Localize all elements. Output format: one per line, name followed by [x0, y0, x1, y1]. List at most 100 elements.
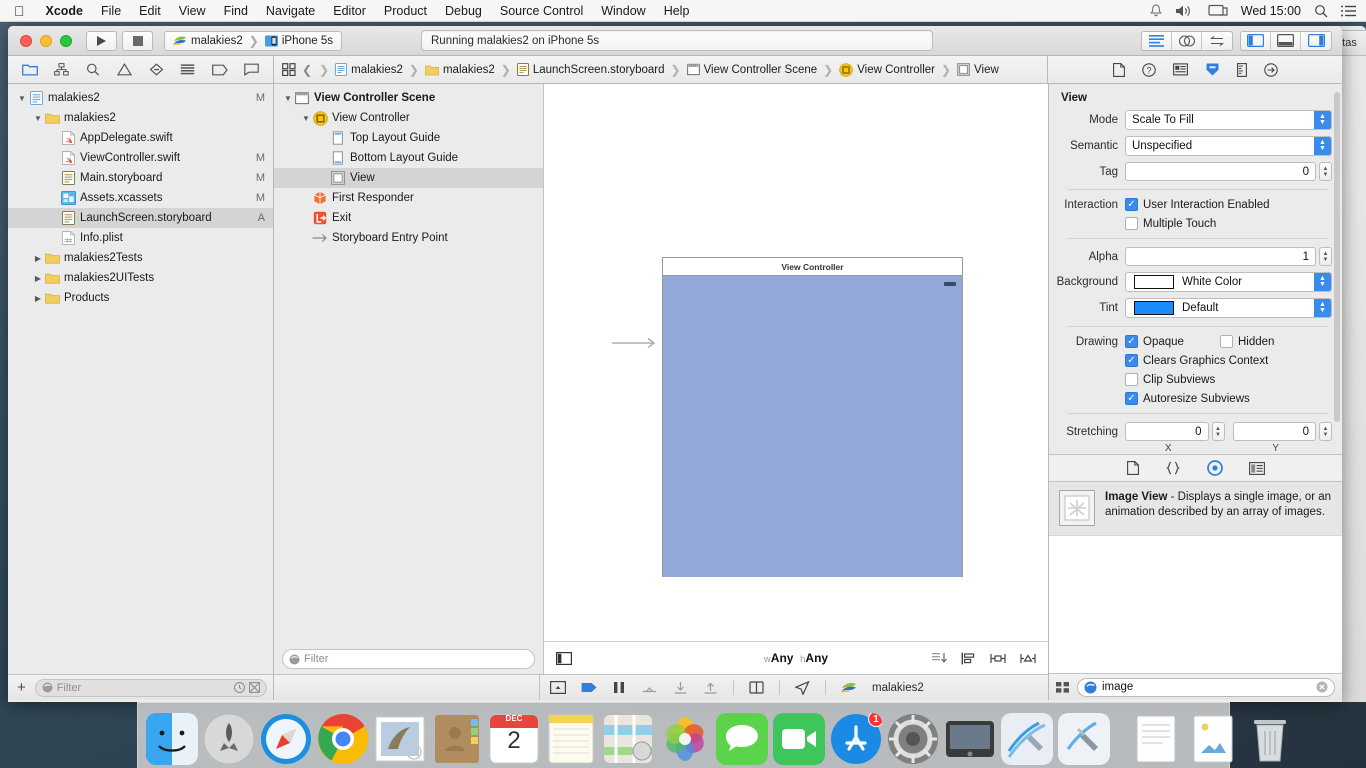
- tree-row[interactable]: Bottom Layout Guide: [274, 148, 543, 168]
- alpha-stepper[interactable]: ▲ ▼: [1319, 247, 1332, 266]
- version-editor-button[interactable]: [1202, 32, 1232, 50]
- volume-icon[interactable]: [1175, 4, 1195, 18]
- scheme-selector[interactable]: malakies2 ❯ iPhone 5s: [164, 30, 342, 51]
- assistant-editor-button[interactable]: [1172, 31, 1202, 50]
- view-canvas-body[interactable]: [663, 276, 962, 577]
- tree-row[interactable]: ▶ malakies2Tests: [8, 248, 273, 268]
- simulate-location-icon[interactable]: [795, 680, 810, 695]
- dock-item-trash[interactable]: [1244, 713, 1296, 765]
- object-library-icon[interactable]: [1206, 460, 1223, 476]
- tag-stepper[interactable]: ▲ ▼: [1319, 162, 1332, 181]
- media-library-icon[interactable]: [1248, 461, 1265, 475]
- attributes-inspector-icon[interactable]: [1205, 62, 1220, 77]
- breadcrumb-item-scene[interactable]: View Controller Scene: [686, 63, 817, 76]
- user-interaction-enabled-row[interactable]: ✓ User Interaction Enabled: [1125, 198, 1270, 211]
- menu-clock[interactable]: Wed 15:00: [1241, 4, 1301, 18]
- opaque-control[interactable]: ✓ Opaque: [1125, 335, 1220, 348]
- step-into-icon[interactable]: [673, 681, 688, 694]
- disclosure-open-icon[interactable]: ▼: [300, 114, 312, 123]
- airplay-icon[interactable]: [1208, 4, 1228, 18]
- search-icon[interactable]: [1314, 4, 1328, 18]
- tree-row[interactable]: Info.plist: [8, 228, 273, 248]
- dock-item-facetime[interactable]: [773, 713, 825, 765]
- stretching-y-stepper[interactable]: ▲ ▼: [1319, 422, 1332, 441]
- dock-item-itunes[interactable]: [944, 713, 996, 765]
- dock-item-mail[interactable]: [374, 713, 426, 765]
- dock-item-messages[interactable]: [716, 713, 768, 765]
- breadcrumb-item-view[interactable]: View: [957, 63, 999, 76]
- breakpoint-navigator-icon[interactable]: [204, 64, 236, 76]
- run-button[interactable]: [86, 30, 117, 51]
- autoresize-subviews-checkbox[interactable]: ✓: [1125, 392, 1138, 405]
- tree-row[interactable]: ▼ malakies2: [8, 108, 273, 128]
- report-navigator-icon[interactable]: [235, 63, 267, 76]
- view-controller-canvas-frame[interactable]: View Controller: [662, 257, 963, 577]
- standard-editor-button[interactable]: [1142, 31, 1172, 50]
- pause-icon[interactable]: [612, 681, 626, 694]
- dock-item-maps[interactable]: [602, 713, 654, 765]
- breadcrumb-item-view-controller[interactable]: View Controller: [839, 62, 935, 77]
- dock-item-notes[interactable]: [545, 713, 597, 765]
- clip-subviews-checkbox[interactable]: [1125, 373, 1138, 386]
- add-file-button[interactable]: +: [14, 679, 29, 696]
- background-color-popup[interactable]: White Color ▲ ▼: [1125, 272, 1332, 292]
- dock-item-photos[interactable]: [659, 713, 711, 765]
- stretching-x-input[interactable]: 0: [1125, 422, 1209, 441]
- recent-icon[interactable]: [234, 682, 245, 693]
- dock-item-downloads[interactable]: [1130, 713, 1182, 765]
- autoresize-subviews-control[interactable]: ✓ Autoresize Subviews: [1125, 392, 1250, 405]
- tree-row[interactable]: Main.storyboard M: [8, 168, 273, 188]
- tree-row[interactable]: Assets.xcassets M: [8, 188, 273, 208]
- tree-row[interactable]: LaunchScreen.storyboard A: [8, 208, 273, 228]
- chevron-right-icon[interactable]: ❯: [318, 63, 330, 77]
- debug-navigator-icon[interactable]: [172, 63, 204, 76]
- library-search-field[interactable]: image: [1077, 677, 1335, 697]
- stop-button[interactable]: [122, 30, 153, 51]
- zoom-button[interactable]: [60, 34, 72, 47]
- quick-help-inspector-icon[interactable]: ?: [1141, 62, 1156, 77]
- tree-row[interactable]: ▼ malakies2 M: [8, 88, 273, 108]
- toggle-utilities-button[interactable]: [1301, 32, 1331, 50]
- menu-item-source-control[interactable]: Source Control: [491, 4, 592, 18]
- clears-graphics-context-control[interactable]: ✓ Clears Graphics Context: [1125, 354, 1268, 367]
- inspector-scrollbar[interactable]: [1334, 92, 1340, 422]
- breadcrumb-item-file[interactable]: LaunchScreen.storyboard: [516, 63, 665, 76]
- menu-item-debug[interactable]: Debug: [436, 4, 491, 18]
- dock-item-xcode[interactable]: [1001, 713, 1053, 765]
- toggle-document-outline-icon[interactable]: [556, 651, 572, 665]
- connections-inspector-icon[interactable]: [1263, 62, 1278, 77]
- continue-icon[interactable]: [581, 681, 597, 694]
- source-control-icon[interactable]: [249, 682, 260, 693]
- grid-view-icon[interactable]: [1056, 681, 1070, 694]
- resolve-issues-icon[interactable]: [1020, 652, 1036, 665]
- dock-item-contacts[interactable]: [431, 713, 483, 765]
- apple-menu-icon[interactable]: : [0, 4, 37, 18]
- menu-item-xcode[interactable]: Xcode: [37, 4, 93, 18]
- disclosure-open-icon[interactable]: ▼: [32, 114, 44, 123]
- clear-icon[interactable]: [1316, 681, 1328, 693]
- toggle-navigator-button[interactable]: [1241, 31, 1271, 50]
- background-color-swatch[interactable]: [1134, 275, 1174, 289]
- tint-color-popup[interactable]: Default ▲ ▼: [1125, 298, 1332, 318]
- hide-debug-area-icon[interactable]: [550, 681, 566, 694]
- disclosure-open-icon[interactable]: ▼: [16, 94, 28, 103]
- stretching-x-stepper[interactable]: ▲ ▼: [1211, 422, 1225, 441]
- user-interaction-enabled-checkbox[interactable]: ✓: [1125, 198, 1138, 211]
- symbol-navigator-icon[interactable]: [46, 63, 78, 76]
- breadcrumb-item-group[interactable]: malakies2: [425, 64, 495, 76]
- tree-row[interactable]: Top Layout Guide: [274, 128, 543, 148]
- tint-color-swatch[interactable]: [1134, 301, 1174, 315]
- tree-row[interactable]: ▼ View Controller: [274, 108, 543, 128]
- multiple-touch-checkbox[interactable]: [1125, 217, 1138, 230]
- mode-popup-button[interactable]: Scale To Fill ▲ ▼: [1125, 110, 1332, 130]
- pin-icon[interactable]: [990, 652, 1006, 665]
- menu-item-editor[interactable]: Editor: [324, 4, 375, 18]
- stretching-y-input[interactable]: 0: [1232, 422, 1316, 441]
- disclosure-closed-icon[interactable]: ▶: [32, 274, 44, 283]
- find-navigator-icon[interactable]: [77, 63, 109, 76]
- auto-update-constraints-icon[interactable]: [932, 652, 947, 665]
- tree-row[interactable]: AppDelegate.swift: [8, 128, 273, 148]
- list-item[interactable]: Image View - Displays a single image, or…: [1049, 482, 1342, 536]
- menu-item-edit[interactable]: Edit: [130, 4, 170, 18]
- menu-item-help[interactable]: Help: [655, 4, 699, 18]
